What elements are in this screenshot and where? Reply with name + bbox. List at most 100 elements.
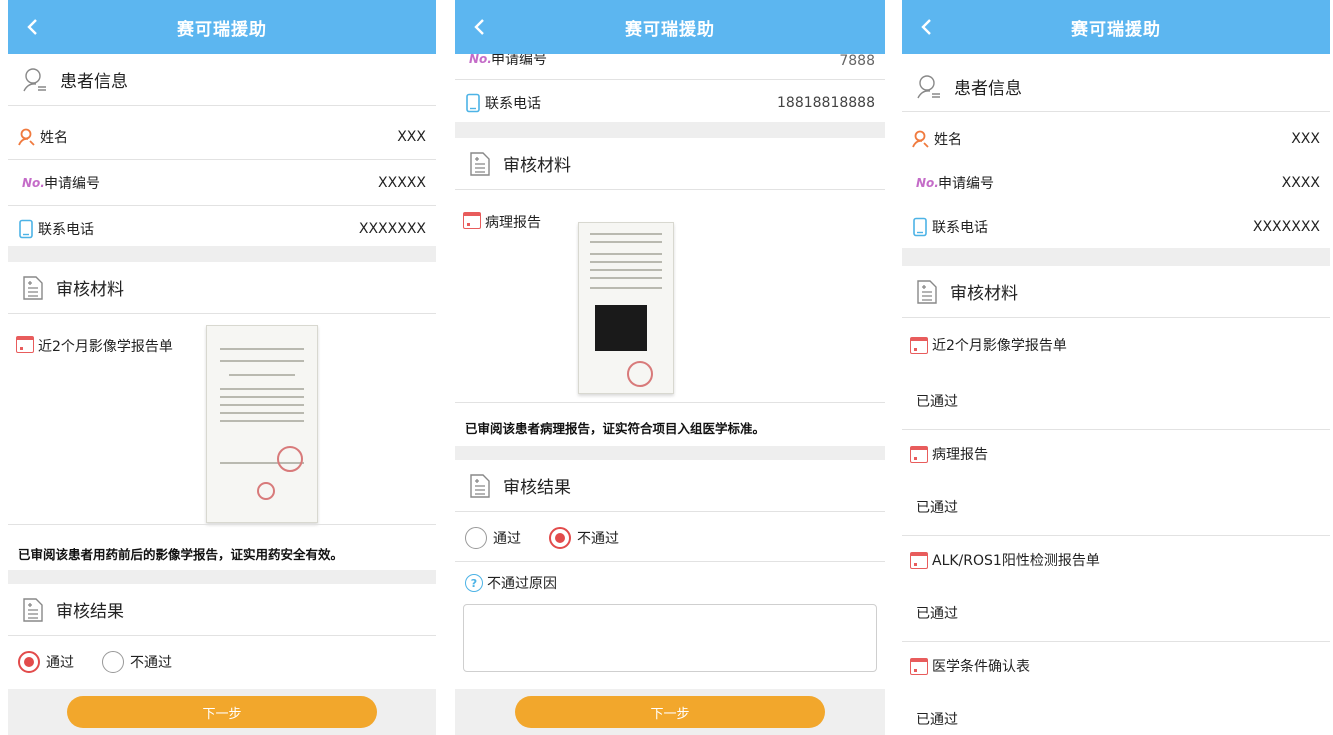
option-label: 不通过 (577, 530, 619, 547)
patient-info-header: 患者信息 (8, 54, 436, 106)
row-value: XXXXXXX (1252, 219, 1320, 235)
document-label: 近2个月影像学报告单 (932, 338, 1067, 354)
top-bar: 赛可瑞援助 (8, 0, 436, 54)
fail-reason-label: ? 不通过原因 (455, 568, 885, 598)
document-icon (470, 151, 490, 176)
patient-info-header: 患者信息 (902, 62, 1330, 112)
document-item: 医学条件确认表 已通过 (902, 642, 1330, 735)
row-label: 姓名 (934, 131, 962, 148)
next-button[interactable]: 下一步 (67, 696, 377, 728)
chevron-left-icon (27, 19, 37, 35)
row-value: XXX (1291, 130, 1320, 147)
chevron-left-icon (474, 19, 484, 35)
divider (8, 524, 436, 525)
document-icon (917, 279, 937, 304)
divider (455, 402, 885, 403)
document-icon (470, 473, 490, 498)
user-icon (917, 74, 940, 98)
radio-checked[interactable] (549, 526, 571, 549)
info-row-phone: 联系电话 18818818888 (455, 80, 885, 126)
divider (8, 570, 436, 584)
radio-checked[interactable] (18, 651, 40, 673)
question-icon: ? (465, 574, 483, 592)
calendar-icon (910, 657, 928, 675)
section-title: 审核材料 (56, 280, 124, 300)
calendar-icon (910, 336, 928, 354)
option-pass[interactable]: 通过 (465, 526, 521, 549)
next-button[interactable]: 下一步 (515, 696, 825, 728)
report-photo[interactable] (206, 325, 318, 523)
phone-icon (466, 93, 480, 112)
number-icon: No. (22, 175, 45, 190)
number-icon: No. (469, 52, 492, 66)
number-icon: No. (916, 175, 939, 190)
row-value: XXX (397, 128, 426, 145)
back-button[interactable] (18, 13, 46, 41)
section-title: 审核结果 (503, 478, 571, 498)
section-title: 审核材料 (503, 156, 571, 176)
report-photo[interactable] (578, 222, 674, 394)
info-row-number: No. 申请编号 XXXXX (8, 160, 436, 206)
radio-unchecked[interactable] (102, 651, 124, 673)
document-label: ALK/ROS1阳性检测报告单 (932, 553, 1100, 569)
section-title: 审核材料 (950, 284, 1018, 304)
top-bar: 赛可瑞援助 (455, 0, 885, 54)
radio-unchecked[interactable] (465, 526, 487, 549)
info-row-name: 姓名 XXX (902, 116, 1330, 162)
document-icon (23, 275, 43, 300)
option-label: 通过 (46, 655, 74, 671)
fail-reason-input[interactable] (463, 604, 877, 672)
row-value: XXXX (1281, 174, 1320, 191)
back-button[interactable] (912, 13, 940, 41)
phone-icon (913, 217, 927, 237)
document-item: 病理报告 已通过 (902, 430, 1330, 536)
document-icon (23, 597, 43, 622)
info-row-name: 姓名 XXX (8, 114, 436, 160)
document-label: 近2个月影像学报告单 (38, 339, 173, 355)
option-label: 不通过 (130, 655, 172, 671)
row-value: XXXXX (378, 174, 426, 191)
chevron-left-icon (921, 19, 931, 35)
review-materials-header: 审核材料 (8, 262, 436, 314)
divider (455, 122, 885, 138)
status-text: 已通过 (916, 712, 958, 728)
user-icon (23, 67, 46, 91)
page-title: 赛可瑞援助 (1071, 19, 1161, 40)
option-fail[interactable]: 不通过 (549, 526, 619, 549)
document-item: 近2个月影像学报告单 已通过 (902, 318, 1330, 430)
section-title: 患者信息 (954, 79, 1022, 99)
row-value: XXXXXXX (358, 220, 426, 237)
person-icon (18, 128, 35, 146)
top-bar: 赛可瑞援助 (902, 0, 1330, 54)
row-label: 联系电话 (38, 221, 94, 238)
option-fail[interactable]: 不通过 (102, 651, 172, 673)
calendar-icon (463, 212, 481, 229)
calendar-icon (910, 551, 928, 569)
result-options: 通过 不通过 (455, 514, 885, 562)
section-title: 审核结果 (56, 602, 124, 622)
document-item: ALK/ROS1阳性检测报告单 已通过 (902, 536, 1330, 642)
screen-review-status: 赛可瑞援助 患者信息 姓名 XXX No. 申请编号 XXXX 联系电话 XXX… (902, 0, 1330, 735)
document-label: 医学条件确认表 (932, 659, 1030, 675)
info-row-phone: 联系电话 XXXXXXX (902, 204, 1330, 250)
review-note: 已审阅该患者病理报告，证实符合项目入组医学标准。 (465, 421, 766, 436)
footer: 下一步 (455, 689, 885, 735)
footer: 下一步 (8, 689, 436, 735)
row-label: 姓名 (40, 129, 68, 146)
review-result-header: 审核结果 (455, 460, 885, 512)
reason-label: 不通过原因 (487, 576, 557, 592)
screen-review-fail: 赛可瑞援助 No. 申请编号 7888 联系电话 18818818888 审核材… (455, 0, 885, 735)
row-value: 18818818888 (777, 94, 875, 111)
review-result-header: 审核结果 (8, 584, 436, 636)
status-text: 已通过 (902, 478, 1330, 536)
phone-icon (19, 219, 33, 238)
result-options: 通过 不通过 (8, 638, 436, 686)
status-text: 已通过 (902, 584, 1330, 642)
screen-review-pass: 赛可瑞援助 患者信息 姓名 XXX No. 申请编号 XXXXX 联系电话 XX… (8, 0, 436, 735)
page-title: 赛可瑞援助 (625, 19, 715, 40)
option-pass[interactable]: 通过 (18, 651, 74, 673)
document-label: 病理报告 (932, 447, 988, 463)
row-label: 申请编号 (44, 175, 100, 192)
back-button[interactable] (465, 13, 493, 41)
divider (8, 246, 436, 262)
